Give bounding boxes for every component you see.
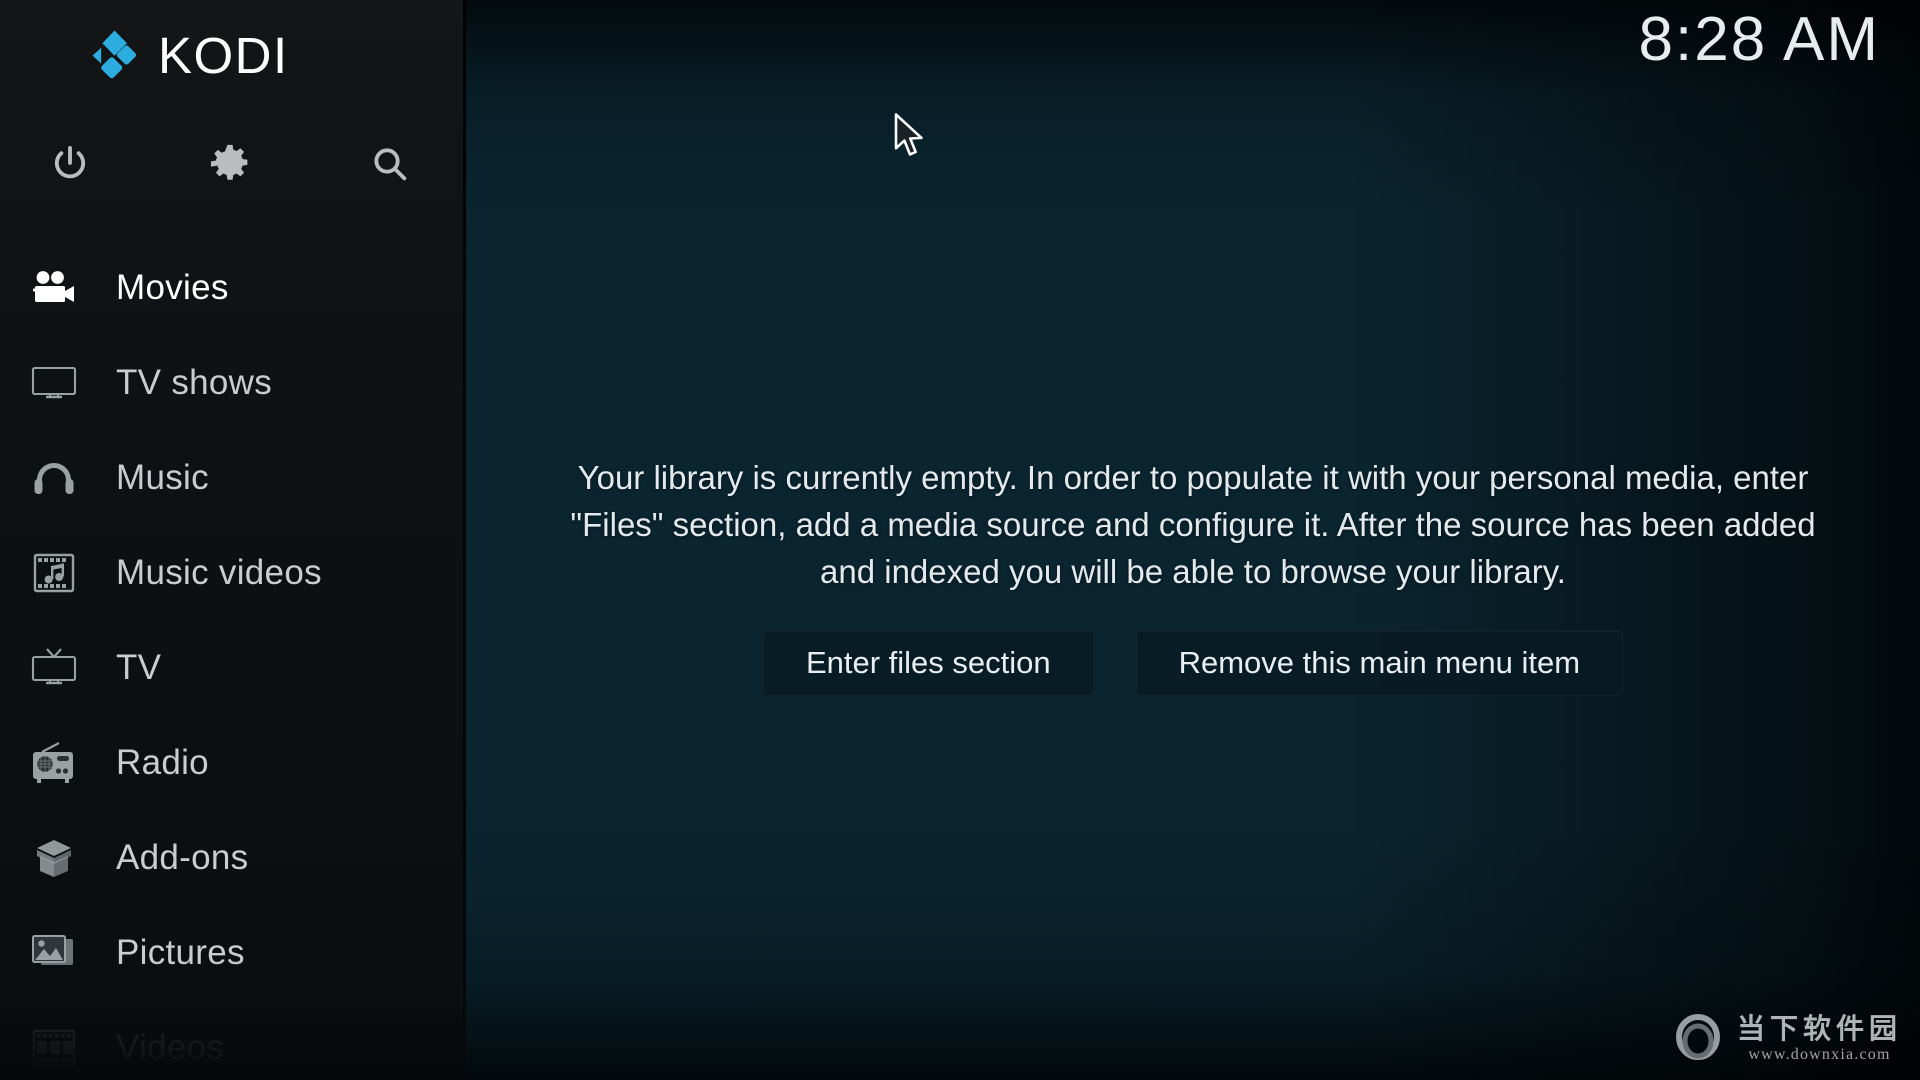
watermark: 当下软件园 www.downxia.com xyxy=(1671,1012,1902,1066)
sidebar-item-music-videos[interactable]: Music videos xyxy=(0,525,466,620)
sidebar-item-music[interactable]: Music xyxy=(0,430,466,525)
headphones-icon xyxy=(18,450,90,506)
film-strip-icon xyxy=(18,1020,90,1076)
enter-files-section-button[interactable]: Enter files section xyxy=(763,630,1094,696)
empty-library-panel: Your library is currently empty. In orde… xyxy=(466,455,1920,696)
movie-camera-icon xyxy=(18,260,90,316)
search-button[interactable] xyxy=(346,120,434,208)
sidebar-item-label: Videos xyxy=(116,1028,224,1068)
sidebar-item-label: Radio xyxy=(116,743,209,783)
app-title: KODI xyxy=(158,30,289,81)
sidebar-item-label: Pictures xyxy=(116,933,245,973)
app-logo-row: KODI xyxy=(0,12,466,98)
watermark-cn: 当下软件园 xyxy=(1737,1014,1902,1043)
main-menu: Movies TV shows xyxy=(0,240,466,1080)
power-icon xyxy=(48,142,92,186)
television-icon xyxy=(18,355,90,411)
sidebar-item-radio[interactable]: Radio xyxy=(0,715,466,810)
sidebar-item-label: Add-ons xyxy=(116,838,248,878)
sidebar-toolbar xyxy=(0,120,466,212)
sidebar-item-label: Movies xyxy=(116,268,229,308)
sidebar-item-videos[interactable]: Videos xyxy=(0,1000,466,1080)
kodi-window: KODI xyxy=(0,0,1920,1080)
sidebar-item-pictures[interactable]: Pictures xyxy=(0,905,466,1000)
watermark-logo-icon xyxy=(1671,1012,1725,1066)
settings-button[interactable] xyxy=(186,120,274,208)
radio-icon xyxy=(18,735,90,791)
clock: 8:28 AM xyxy=(1639,6,1880,74)
watermark-url: www.downxia.com xyxy=(1748,1046,1890,1064)
sidebar-item-label: TV xyxy=(116,648,161,688)
sidebar: KODI xyxy=(0,0,466,1080)
power-button[interactable] xyxy=(26,120,114,208)
kodi-logo-icon xyxy=(84,28,138,82)
photo-icon xyxy=(18,925,90,981)
sidebar-item-label: TV shows xyxy=(116,363,272,403)
gear-icon xyxy=(208,142,252,186)
tv-antenna-icon xyxy=(18,640,90,696)
film-music-icon xyxy=(18,545,90,601)
remove-main-menu-item-button[interactable]: Remove this main menu item xyxy=(1136,630,1623,696)
sidebar-item-tv[interactable]: TV xyxy=(0,620,466,715)
content-area: 8:28 AM Your library is currently empty.… xyxy=(466,0,1920,1080)
open-box-icon xyxy=(18,830,90,886)
sidebar-item-label: Music videos xyxy=(116,553,322,593)
empty-library-message: Your library is currently empty. In orde… xyxy=(543,455,1843,596)
watermark-text: 当下软件园 www.downxia.com xyxy=(1737,1014,1902,1064)
sidebar-item-label: Music xyxy=(116,458,209,498)
sidebar-item-tv-shows[interactable]: TV shows xyxy=(0,335,466,430)
empty-library-actions: Enter files section Remove this main men… xyxy=(763,630,1623,696)
search-icon xyxy=(369,143,411,185)
sidebar-item-movies[interactable]: Movies xyxy=(0,240,466,335)
sidebar-item-addons[interactable]: Add-ons xyxy=(0,810,466,905)
